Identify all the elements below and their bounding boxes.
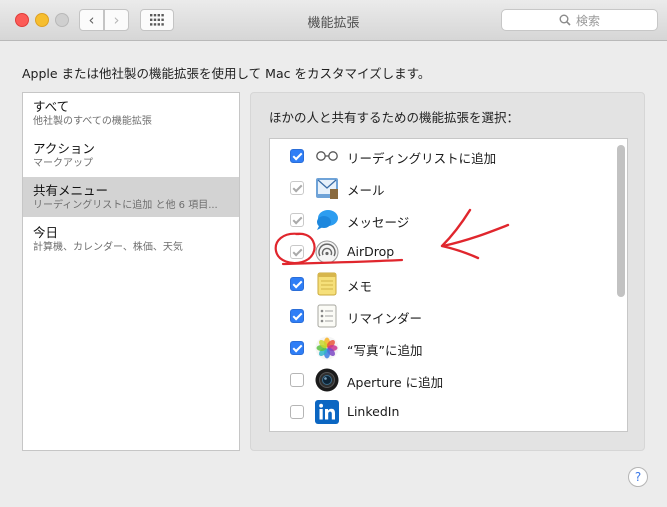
description-text: Apple または他社製の機能拡張を使用して Mac をカスタマイズします。 (22, 66, 431, 81)
list-item: AirDrop (270, 236, 610, 268)
list-item: リーディングリストに追加 (270, 140, 610, 172)
vertical-scrollbar[interactable] (617, 145, 625, 427)
search-placeholder: 検索 (575, 13, 600, 28)
extension-checkbox[interactable] (290, 341, 304, 355)
messages-icon (317, 210, 338, 230)
extension-checkbox[interactable] (290, 373, 304, 387)
extension-label: リマインダー (347, 311, 423, 326)
extension-label: Aperture に追加 (347, 375, 444, 390)
category-subtitle: 計算機、カレンダー、株価、天気 (33, 242, 183, 253)
category-item-all[interactable]: すべて 他社製のすべての機能拡張 (23, 93, 239, 133)
extension-label: LinkedIn (347, 404, 400, 419)
pane-heading: ほかの人と共有するための機能拡張を選択： (269, 110, 520, 125)
extension-label: メール (347, 183, 385, 198)
extension-list: リーディングリストに追加 メール メッセージ AirDrop メモ リマインダー… (269, 138, 628, 432)
title-bar: ‹ › 機能拡張 検索 (0, 0, 667, 41)
category-title: 共有メニュー (33, 183, 109, 198)
list-item: リマインダー (270, 300, 610, 332)
category-subtitle: リーディングリストに追加 と他 6 項目... (33, 200, 218, 211)
mail-icon (316, 178, 338, 199)
notes-icon (317, 272, 337, 296)
extension-label: メモ (347, 279, 373, 294)
list-item: メール (270, 172, 610, 204)
list-item: メッセージ (270, 204, 610, 236)
extension-checkbox[interactable] (290, 405, 304, 419)
extension-checkbox[interactable] (290, 181, 304, 195)
category-list: すべて 他社製のすべての機能拡張 アクション マークアップ 共有メニュー リーデ… (22, 92, 240, 451)
extension-checkbox[interactable] (290, 149, 304, 163)
aperture-icon (315, 368, 339, 392)
extension-label: リーディングリストに追加 (347, 151, 497, 166)
category-item-actions[interactable]: アクション マークアップ (23, 135, 239, 175)
extension-label: AirDrop (347, 244, 395, 259)
category-subtitle: 他社製のすべての機能拡張 (33, 116, 152, 127)
question-mark-icon: ? (634, 470, 642, 484)
category-subtitle: マークアップ (33, 158, 93, 169)
category-title: すべて (33, 99, 70, 114)
category-title: アクション (33, 141, 95, 156)
extension-checkbox[interactable] (290, 277, 304, 291)
help-button[interactable]: ? (628, 467, 648, 487)
category-item-today[interactable]: 今日 計算機、カレンダー、株価、天気 (23, 219, 239, 259)
photos-icon (315, 336, 339, 360)
list-item: “写真”に追加 (270, 332, 610, 364)
linkedin-icon (315, 400, 339, 424)
extension-checkbox[interactable] (290, 309, 304, 323)
list-item: Aperture に追加 (270, 364, 610, 396)
extension-label: メッセージ (347, 215, 410, 230)
search-icon (559, 14, 571, 26)
extension-label: “写真”に追加 (347, 343, 423, 358)
reading-list-icon (316, 151, 338, 161)
scrollbar-thumb[interactable] (617, 145, 625, 297)
list-item: メモ (270, 268, 610, 300)
search-field[interactable]: 検索 (501, 9, 658, 31)
extension-checkbox[interactable] (290, 245, 304, 259)
category-title: 今日 (33, 225, 59, 240)
list-item: LinkedIn (270, 396, 610, 428)
category-item-share-menu[interactable]: 共有メニュー リーディングリストに追加 と他 6 項目... (23, 177, 239, 217)
extension-checkbox[interactable] (290, 213, 304, 227)
reminders-icon (317, 304, 337, 328)
airdrop-icon (315, 240, 339, 264)
